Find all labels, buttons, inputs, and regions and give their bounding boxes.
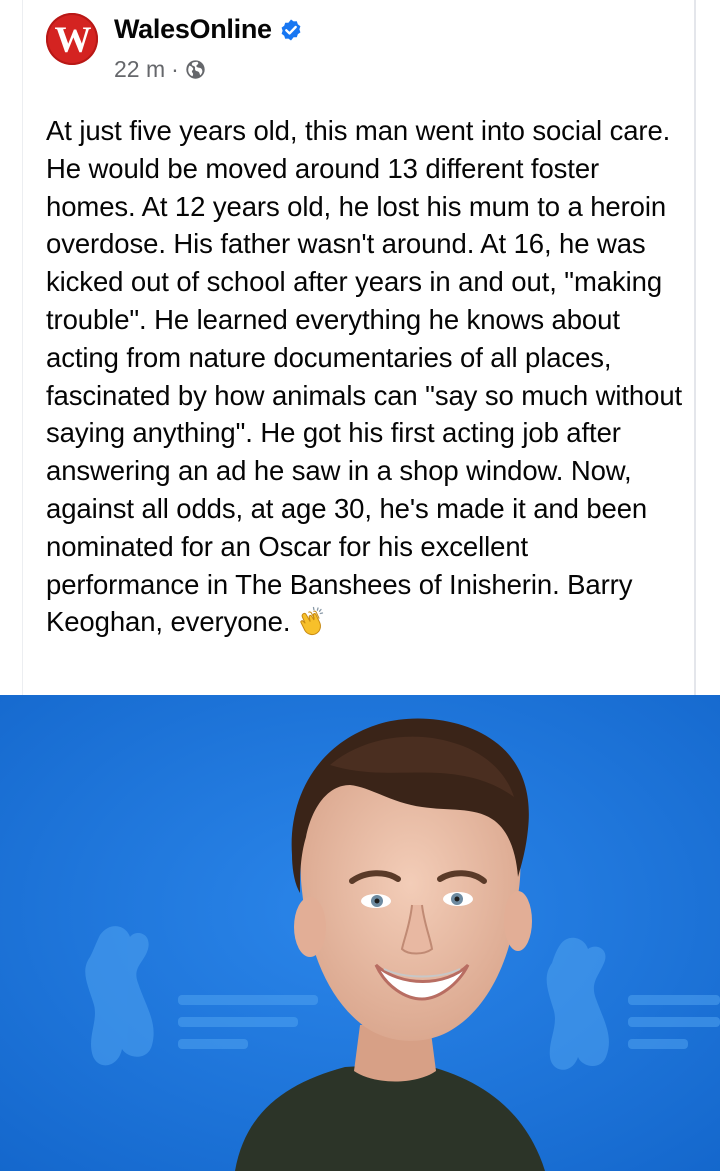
page-avatar-letter: W [54,19,92,61]
post-text: At just five years old, this man went in… [46,115,683,638]
verified-badge-icon [281,19,301,40]
post-left-border [22,0,23,695]
globe-icon[interactable] [185,59,206,80]
post-meta: 22 m · [114,56,206,83]
photo-illustration [0,695,720,1171]
post-header: W WalesOnline 22 m · [46,12,666,92]
page-avatar[interactable]: W [46,13,98,65]
post-timestamp[interactable]: 22 m [114,56,165,83]
author-name[interactable]: WalesOnline [114,14,272,45]
post-body: At just five years old, this man went in… [46,112,686,641]
post-photo[interactable] [0,695,720,1171]
post-right-border [694,0,696,695]
facebook-post: W WalesOnline 22 m · At just five years … [0,0,720,1171]
clapping-hands-icon [300,607,324,636]
meta-separator: · [171,56,179,82]
author-row: WalesOnline [114,14,303,45]
